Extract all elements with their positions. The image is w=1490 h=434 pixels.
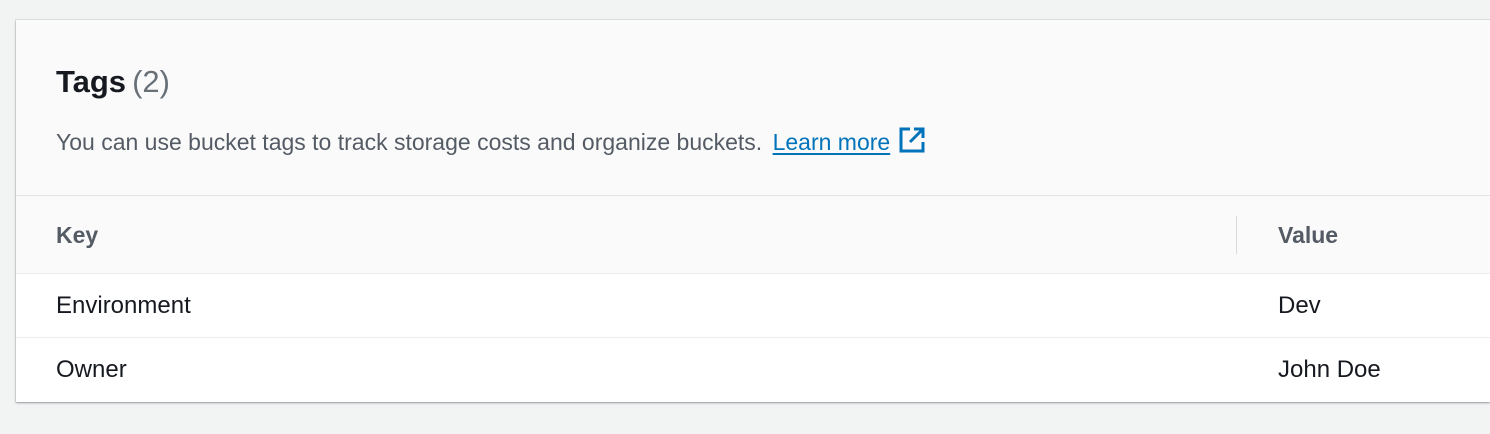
- table-row: Owner John Doe: [16, 338, 1490, 401]
- tags-title-text: Tags: [56, 64, 127, 99]
- tags-title: Tags (2): [56, 64, 170, 100]
- tag-key-cell: Environment: [56, 292, 191, 319]
- column-header-key[interactable]: Key: [56, 222, 98, 249]
- tags-panel: Tags (2) You can use bucket tags to track…: [16, 20, 1490, 402]
- tags-description-text: You can use bucket tags to track storage…: [56, 129, 763, 155]
- tag-key-cell: Owner: [56, 356, 127, 383]
- tags-panel-header: Tags (2) You can use bucket tags to track…: [16, 20, 1490, 196]
- tags-table-header: Key Value: [16, 196, 1490, 274]
- tags-count: (2): [132, 64, 170, 99]
- learn-more-link[interactable]: Learn more: [773, 129, 891, 155]
- tag-value-cell: John Doe: [1278, 356, 1381, 383]
- table-row: Environment Dev: [16, 274, 1490, 338]
- tags-description: You can use bucket tags to track storage…: [56, 126, 926, 160]
- column-header-value[interactable]: Value: [1278, 222, 1338, 249]
- column-divider[interactable]: [1236, 216, 1237, 254]
- external-link-icon[interactable]: [898, 126, 926, 160]
- tag-value-cell: Dev: [1278, 292, 1321, 319]
